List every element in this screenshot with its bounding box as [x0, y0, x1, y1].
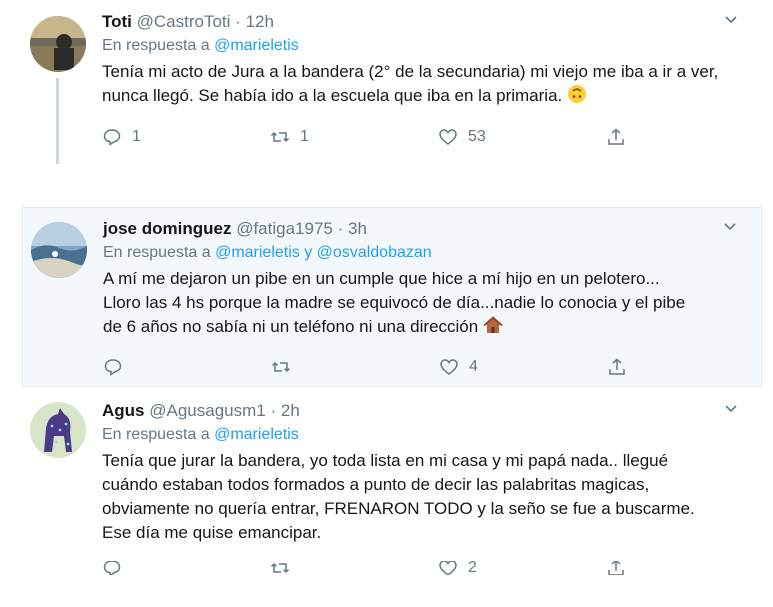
like-button[interactable]: 2 [438, 561, 606, 575]
heart-icon [439, 561, 457, 575]
tweet-actions: 2 [102, 561, 662, 575]
retweet-button[interactable] [271, 355, 439, 379]
like-button[interactable]: 4 [439, 355, 607, 379]
tweet-text-line: A mí me dejaron un pibe en un cumple que… [103, 269, 660, 288]
tweet-actions: 1 1 53 [102, 125, 662, 149]
share-icon [608, 128, 624, 145]
timestamp[interactable]: 3h [348, 219, 367, 238]
reply-prefix: En respuesta a [102, 37, 210, 54]
author-handle[interactable]: @CastroToti [137, 12, 231, 31]
author-name[interactable]: Agus [102, 401, 145, 420]
tweet-text-line: obviamente no quería entrar, FRENARON TO… [102, 499, 695, 518]
tweet-text: A mí me dejaron un pibe en un cumple que… [103, 267, 741, 339]
reply-prefix: En respuesta a [102, 426, 210, 443]
retweet-button[interactable] [270, 561, 438, 575]
reply-prefix: En respuesta a [103, 244, 211, 261]
chevron-down-icon[interactable] [724, 401, 738, 415]
tweet-card[interactable]: Agus @Agusagusm1 · 2h En respuesta a @ma… [22, 388, 762, 588]
separator-dot: · [235, 12, 241, 31]
reply-icon [103, 129, 121, 146]
like-count: 2 [468, 561, 477, 575]
mention-link[interactable]: @marieletis [214, 37, 299, 54]
tweet-card[interactable]: Toti @CastroToti · 12h En respuesta a @m… [22, 0, 762, 170]
retweet-icon [271, 361, 291, 373]
retweet-button[interactable]: 1 [270, 125, 438, 149]
chevron-down-icon[interactable] [723, 219, 737, 233]
reply-icon [104, 359, 122, 376]
share-button[interactable] [606, 561, 656, 575]
chevron-down-icon[interactable] [724, 12, 738, 26]
mention-link[interactable]: @marieletis y @osvaldobazan [215, 244, 432, 261]
avatar[interactable] [30, 402, 86, 458]
separator-dot: · [270, 401, 277, 420]
house-icon [483, 316, 503, 333]
tweet-card[interactable]: jose dominguez @fatiga1975 · 3h En respu… [22, 207, 762, 387]
tweet-text-line: Tenía que jurar la bandera, yo toda list… [102, 451, 669, 470]
like-button[interactable]: 53 [438, 125, 606, 149]
avatar[interactable] [30, 16, 86, 72]
like-count: 4 [469, 358, 478, 375]
tweet-text-content: Tenía mi acto de Jura a la bandera (2° d… [102, 62, 719, 105]
mention-link[interactable]: @marieletis [214, 426, 299, 443]
retweet-icon [270, 131, 290, 143]
upside-down-face-icon [568, 85, 586, 103]
timestamp[interactable]: 12h [246, 12, 274, 31]
share-button[interactable] [606, 125, 656, 149]
tweet-text: Tenía mi acto de Jura a la bandera (2° d… [102, 60, 742, 108]
reply-button[interactable] [103, 355, 271, 379]
separator-dot: · [337, 219, 344, 238]
retweet-icon [270, 562, 290, 574]
author-name[interactable]: Toti [102, 12, 132, 31]
like-count: 53 [468, 128, 486, 145]
tweet-text-line: Lloro las 4 hs porque la madre se equivo… [103, 293, 686, 312]
heart-icon [440, 359, 458, 375]
reply-context: En respuesta a @marieletis y @osvaldobaz… [103, 241, 741, 265]
thread-line [56, 78, 59, 164]
share-icon [609, 358, 625, 375]
reply-button[interactable]: 1 [102, 125, 270, 149]
reply-button[interactable] [102, 561, 270, 575]
share-icon [608, 561, 624, 575]
author-handle[interactable]: @Agusagusm1 [149, 401, 266, 420]
author-name[interactable]: jose dominguez [103, 219, 231, 238]
tweet-text-line: cuándo estaban todos formados a punto de… [102, 475, 650, 494]
timestamp[interactable]: 2h [281, 401, 300, 420]
reply-context: En respuesta a @marieletis [102, 423, 742, 447]
tweet-text-line: de 6 años no sabía ni un teléfono ni una… [103, 317, 479, 336]
reply-icon [103, 561, 121, 575]
share-button[interactable] [607, 355, 657, 379]
tweet-text-line: Ese día me quise emancipar. [102, 523, 322, 542]
reply-count: 1 [132, 128, 141, 145]
avatar[interactable] [31, 222, 87, 278]
retweet-count: 1 [300, 128, 309, 145]
heart-icon [439, 129, 457, 145]
author-handle[interactable]: @fatiga1975 [236, 219, 333, 238]
tweet-actions: 4 [103, 355, 663, 379]
tweet-text: Tenía que jurar la bandera, yo toda list… [102, 449, 742, 545]
reply-context: En respuesta a @marieletis [102, 34, 742, 58]
